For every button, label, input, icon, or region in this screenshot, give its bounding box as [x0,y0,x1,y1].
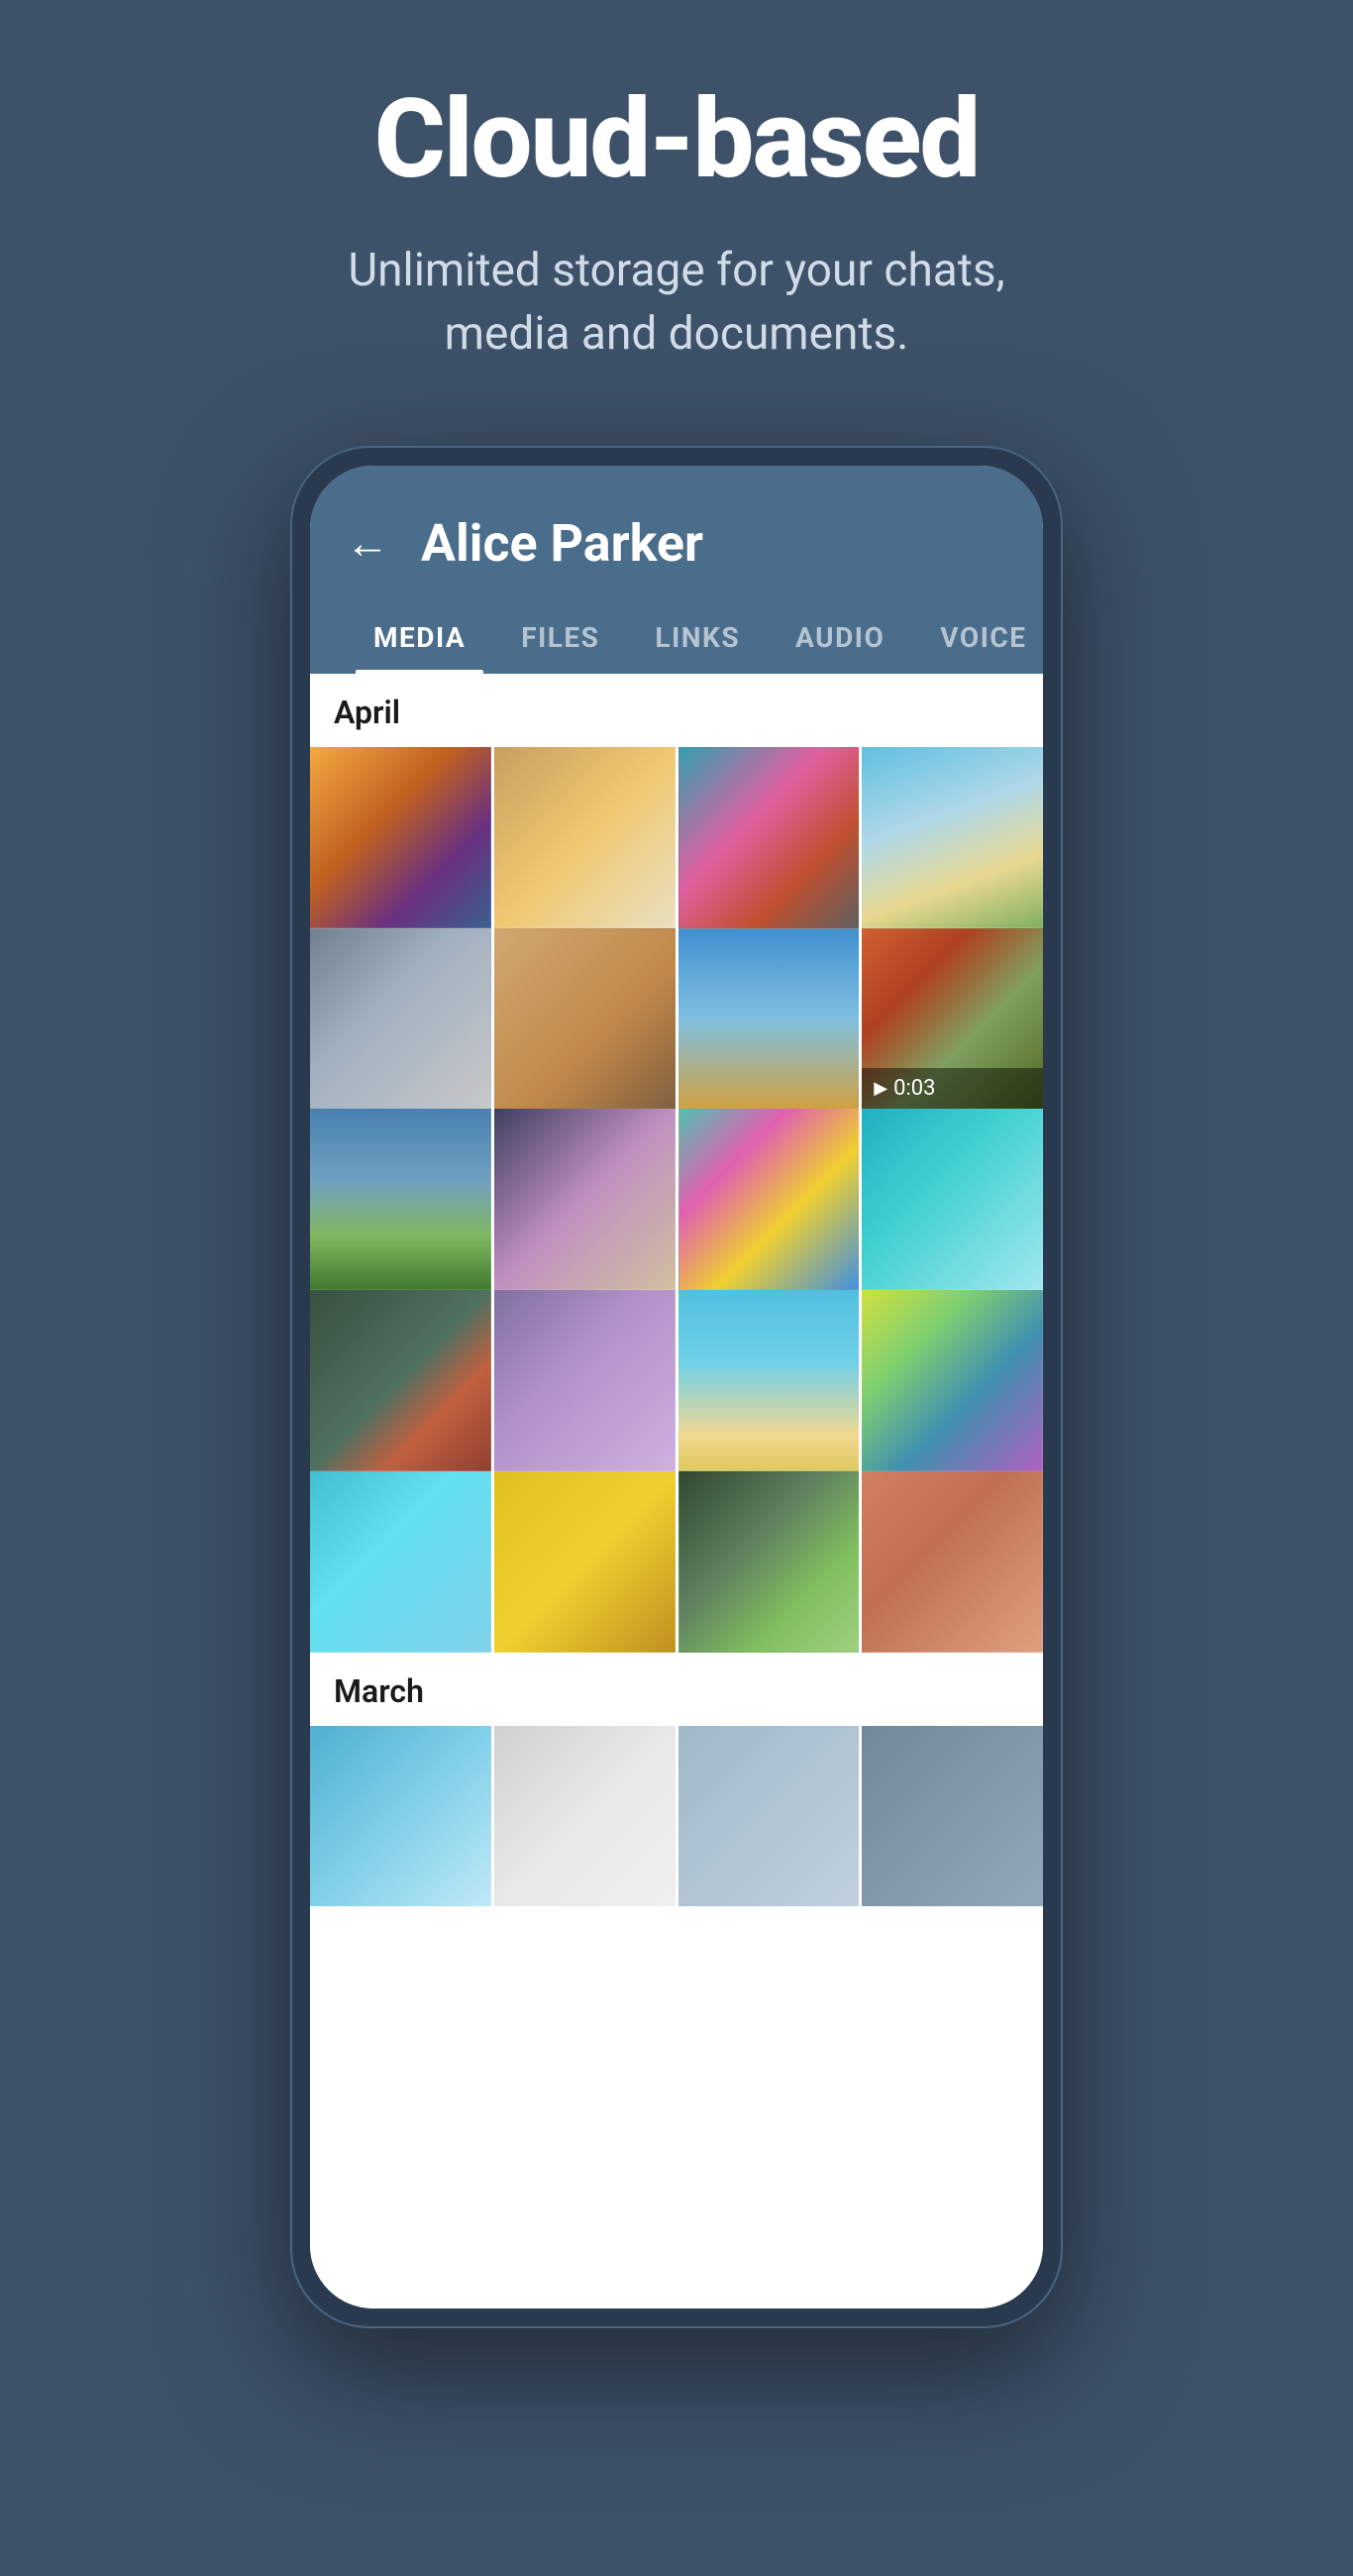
chat-title: Alice Parker [421,513,703,574]
photo-item[interactable] [310,928,491,1110]
photo-item[interactable] [862,747,1043,928]
photo-item[interactable] [862,1109,1043,1290]
photo-grid-april-row2: ▶ 0:03 [310,928,1043,1110]
tab-media[interactable]: MEDIA [346,597,493,674]
photo-item[interactable] [494,747,676,928]
photo-item[interactable] [678,928,860,1110]
month-march-label: March [310,1653,1043,1726]
photo-item[interactable] [678,1109,860,1290]
photo-grid-april-row5 [310,1471,1043,1653]
photo-item[interactable] [678,1290,860,1471]
photo-grid-april-row3 [310,1109,1043,1290]
page-headline: Cloud-based [374,79,980,199]
play-icon: ▶ [874,1078,887,1099]
video-duration: 0:03 [893,1076,935,1101]
phone-mockup: ← Alice Parker MEDIA FILES LINKS AUDIO V… [290,446,1063,2328]
app-header: ← Alice Parker [310,466,1043,597]
photo-item[interactable] [310,747,491,928]
back-button[interactable]: ← [346,521,389,565]
photo-item[interactable] [310,1726,491,1907]
tab-audio[interactable]: AUDIO [768,597,912,674]
phone-outer: ← Alice Parker MEDIA FILES LINKS AUDIO V… [290,446,1063,2328]
photo-item[interactable] [494,1109,676,1290]
photo-item[interactable] [494,1726,676,1907]
phone-screen: ← Alice Parker MEDIA FILES LINKS AUDIO V… [310,466,1043,2308]
tab-voice[interactable]: VOICE [912,597,1043,674]
photo-item[interactable] [494,1471,676,1653]
page-subtitle: Unlimited storage for your chats, media … [300,239,1053,367]
photo-item[interactable] [494,928,676,1110]
photo-grid-march-row1 [310,1726,1043,1907]
photo-item[interactable] [862,1726,1043,1907]
photo-item[interactable] [678,1726,860,1907]
month-april-label: April [310,674,1043,747]
tab-links[interactable]: LINKS [627,597,768,674]
photo-item[interactable] [310,1471,491,1653]
media-content: April [310,674,1043,2308]
photo-item[interactable] [862,1290,1043,1471]
photo-item-video[interactable]: ▶ 0:03 [862,928,1043,1110]
photo-item[interactable] [310,1109,491,1290]
tab-files[interactable]: FILES [493,597,627,674]
photo-item[interactable] [494,1290,676,1471]
photo-grid-april-row1 [310,747,1043,928]
photo-item[interactable] [678,1471,860,1653]
tabs-bar: MEDIA FILES LINKS AUDIO VOICE [310,597,1043,674]
photo-item[interactable] [678,747,860,928]
photo-item[interactable] [862,1471,1043,1653]
photo-item[interactable] [310,1290,491,1471]
photo-grid-april-row4 [310,1290,1043,1471]
video-duration-overlay: ▶ 0:03 [862,1068,1043,1109]
